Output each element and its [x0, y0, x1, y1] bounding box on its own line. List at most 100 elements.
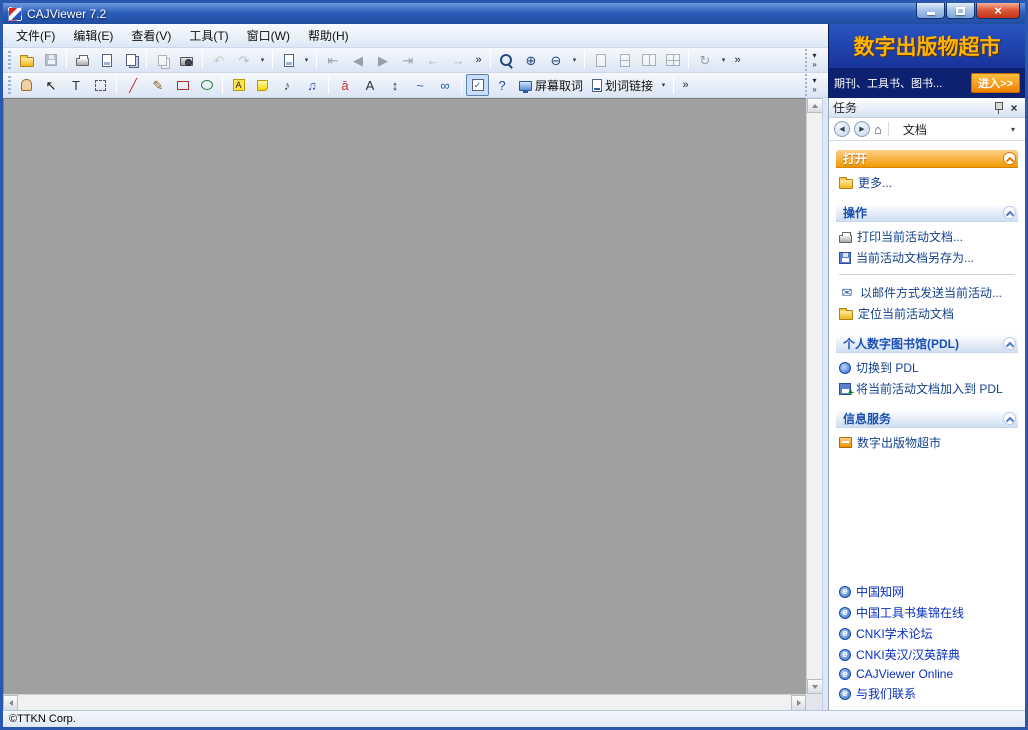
copy-button[interactable]	[151, 49, 174, 71]
single-page-view-button[interactable]	[589, 49, 612, 71]
task-item[interactable]: 将当前活动文档加入到 PDL	[837, 378, 1017, 399]
word-link-button[interactable]: 划词链接	[588, 74, 657, 96]
facing-view-button[interactable]	[637, 49, 660, 71]
save-button[interactable]	[39, 49, 62, 71]
close-button[interactable]: ×	[976, 3, 1020, 19]
menu-edit[interactable]: 编辑(E)	[64, 24, 122, 47]
snapshot-button[interactable]	[175, 49, 198, 71]
panel-link[interactable]: 中国工具书集锦在线	[837, 602, 1017, 623]
collapse-chevron-icon[interactable]	[1003, 152, 1016, 165]
menu-help[interactable]: 帮助(H)	[299, 24, 358, 47]
maximize-button[interactable]	[946, 3, 975, 19]
ocr-toggle-button[interactable]: ✓	[466, 74, 489, 96]
continuous-facing-view-button[interactable]	[661, 49, 684, 71]
nav-overflow-button[interactable]: »	[471, 49, 486, 71]
zoom-tool-button[interactable]	[495, 49, 518, 71]
minimize-button[interactable]	[916, 3, 945, 19]
promo-enter-button[interactable]: 进入>>	[971, 73, 1020, 93]
annotation-page-button[interactable]	[277, 49, 300, 71]
task-item[interactable]: 以邮件方式发送当前活动...	[837, 282, 1017, 303]
menu-tools[interactable]: 工具(T)	[180, 24, 237, 47]
previous-page-button[interactable]: ◀	[346, 49, 370, 71]
task-item[interactable]: 更多...	[837, 172, 1017, 193]
select-tool-button[interactable]: ↖	[39, 74, 63, 96]
recognize-tip-button[interactable]: ?	[490, 74, 514, 96]
document-dropdown-arrow-icon[interactable]: ▾	[1006, 125, 1020, 134]
vertical-scrollbar[interactable]	[806, 98, 822, 694]
section-header[interactable]: 个人数字图书馆(PDL)	[836, 335, 1018, 353]
section-header[interactable]: 操作	[836, 204, 1018, 222]
section-header[interactable]: 信息服务	[836, 410, 1018, 428]
zoom-out-button[interactable]: ⊖	[544, 49, 568, 71]
undo-button[interactable]: ↶	[207, 49, 231, 71]
panel-back-button[interactable]: ◀	[834, 121, 850, 137]
wave-line-tool-button[interactable]: ~	[408, 74, 432, 96]
panel-link[interactable]: 与我们联系	[837, 683, 1017, 704]
pinyin-annotation-tool-button[interactable]: ā	[333, 74, 357, 96]
pin-icon[interactable]	[993, 101, 1003, 114]
rotate-menu-button[interactable]: ▾	[718, 49, 729, 71]
last-page-button[interactable]: ⇥	[396, 49, 420, 71]
screen-capture-button[interactable]: 屏幕取词	[515, 74, 587, 96]
collapse-chevron-icon[interactable]	[1003, 206, 1016, 219]
toolbar-grip[interactable]	[8, 51, 11, 69]
toolbar1-end-options[interactable]: ▾»	[805, 49, 819, 71]
toolbar2-overflow-button[interactable]: »	[678, 74, 693, 96]
task-item[interactable]: 定位当前活动文档	[837, 303, 1017, 324]
annotation-page-menu-button[interactable]: ▾	[301, 49, 312, 71]
print-button[interactable]	[71, 49, 94, 71]
menu-file[interactable]: 文件(F)	[7, 24, 64, 47]
music-note-tool-button[interactable]: ♫	[300, 74, 324, 96]
go-back-button[interactable]: ←	[421, 49, 445, 71]
promo-banner[interactable]: 数字出版物超市 期刊、工具书、图书... 进入>>	[828, 24, 1025, 98]
panel-link[interactable]: CNKI学术论坛	[837, 623, 1017, 644]
horizontal-scroll-track[interactable]	[18, 695, 791, 710]
zoom-in-button[interactable]: ⊕	[519, 49, 543, 71]
rotate-view-button[interactable]: ↻	[693, 49, 717, 71]
task-item[interactable]: 切换到 PDL	[837, 357, 1017, 378]
panel-link[interactable]: 中国知网	[837, 581, 1017, 602]
panel-close-icon[interactable]: ×	[1007, 101, 1021, 115]
rectangle-tool-button[interactable]	[171, 74, 194, 96]
note-tool-button[interactable]	[251, 74, 274, 96]
sound-note-tool-button[interactable]: ♪	[275, 74, 299, 96]
open-button[interactable]	[15, 49, 38, 71]
panel-forward-button[interactable]: ▶	[854, 121, 870, 137]
hyperlink-tool-button[interactable]: ∞	[433, 74, 457, 96]
collapse-chevron-icon[interactable]	[1003, 412, 1016, 425]
document-dropdown[interactable]: 文档	[895, 121, 1002, 138]
word-link-menu-button[interactable]: ▾	[658, 74, 669, 96]
menu-view[interactable]: 查看(V)	[122, 24, 180, 47]
title-bar[interactable]: CAJViewer 7.2 ×	[3, 3, 1025, 24]
print-preview-button[interactable]	[95, 49, 118, 71]
redo-button[interactable]: ↷	[232, 49, 256, 71]
zoom-menu-button[interactable]: ▾	[569, 49, 580, 71]
go-forward-button[interactable]: →	[446, 49, 470, 71]
page-setup-button[interactable]	[119, 49, 142, 71]
first-page-button[interactable]: ⇤	[321, 49, 345, 71]
task-item[interactable]: 数字出版物超市	[837, 432, 1017, 453]
line-tool-button[interactable]: ╱	[121, 74, 145, 96]
font-tool-button[interactable]: A	[358, 74, 382, 96]
ellipse-tool-button[interactable]	[195, 74, 218, 96]
document-canvas[interactable]	[3, 98, 806, 694]
panel-link[interactable]: CNKI英汉/汉英辞典	[837, 644, 1017, 665]
collapse-chevron-icon[interactable]	[1003, 337, 1016, 350]
area-select-tool-button[interactable]	[89, 74, 112, 96]
section-header[interactable]: 打开	[836, 150, 1018, 168]
toolbar1-overflow-button[interactable]: »	[730, 49, 745, 71]
continuous-view-button[interactable]	[613, 49, 636, 71]
home-icon[interactable]: ⌂	[874, 123, 882, 136]
hand-tool-button[interactable]	[15, 74, 38, 96]
menu-window[interactable]: 窗口(W)	[238, 24, 299, 47]
undo-history-button[interactable]: ▾	[257, 49, 268, 71]
toolbar2-end-options[interactable]: ▾»	[805, 74, 819, 96]
pencil-tool-button[interactable]: ✎	[146, 74, 170, 96]
vertical-scroll-track[interactable]	[807, 113, 822, 679]
vertical-text-tool-button[interactable]: ↕	[383, 74, 407, 96]
toolbar-grip[interactable]	[8, 76, 11, 94]
scroll-right-button[interactable]	[791, 695, 806, 711]
highlight-tool-button[interactable]: A	[227, 74, 250, 96]
horizontal-scrollbar[interactable]	[3, 694, 806, 710]
task-item[interactable]: 当前活动文档另存为...	[837, 247, 1017, 268]
